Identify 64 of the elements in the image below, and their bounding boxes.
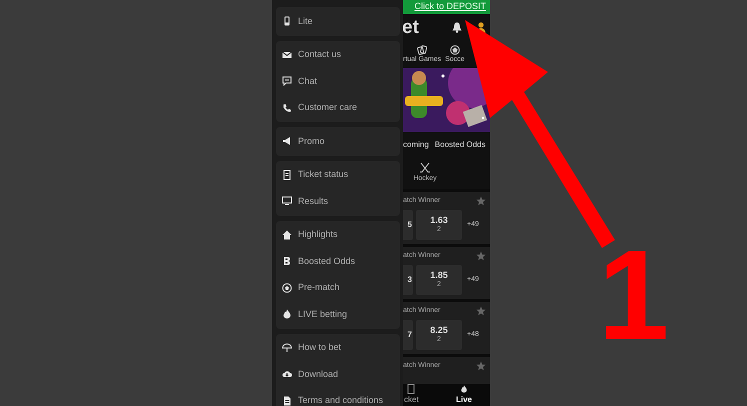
cards-icon xyxy=(417,45,428,56)
menu-item[interactable]: Results xyxy=(276,188,400,214)
menu-item[interactable]: Pre-match xyxy=(276,274,400,301)
star-icon xyxy=(476,250,486,261)
menu-item[interactable]: Lite xyxy=(276,8,400,34)
star-icon xyxy=(476,360,486,371)
menu-item-label: Lite xyxy=(298,14,313,28)
menu-item-label: Customer care xyxy=(298,101,358,114)
umbrella-icon xyxy=(282,342,292,353)
menu-item[interactable]: Boosted Odds xyxy=(276,248,400,274)
hockey-sticks-icon xyxy=(419,162,431,174)
menu-item[interactable]: Highlights xyxy=(276,222,400,248)
star-icon xyxy=(476,196,486,206)
menu-item[interactable]: Terms and conditions xyxy=(276,388,400,406)
star-icon xyxy=(476,306,486,316)
flame-icon xyxy=(460,384,468,394)
menu-item-label: Terms and conditions xyxy=(298,394,384,406)
menu-item-label: Promo xyxy=(298,134,325,148)
bold-b-icon xyxy=(282,256,292,266)
mail-icon xyxy=(282,50,292,60)
annotation-number: 1 xyxy=(598,232,670,360)
soccer-ball-icon xyxy=(450,45,460,56)
phone-icon xyxy=(282,16,292,26)
menu-item[interactable]: Contact us xyxy=(276,42,400,68)
phone-handset-icon xyxy=(282,102,292,113)
bell-icon[interactable] xyxy=(452,22,462,34)
flame-icon xyxy=(282,309,292,320)
menu-item-label: Results xyxy=(298,194,328,208)
monitor-icon xyxy=(282,196,292,206)
menu-item[interactable]: How to bet xyxy=(276,334,400,361)
deposit-link[interactable]: Click to DEPOSIT xyxy=(414,0,486,14)
menu-item-label: Ticket status xyxy=(298,168,348,181)
cloud-download-icon xyxy=(282,369,292,380)
odds-value: 1.85 xyxy=(430,270,448,281)
menu-item[interactable]: Customer care xyxy=(276,94,400,121)
menu-item-label: Chat xyxy=(298,74,318,88)
menu-item[interactable]: Download xyxy=(276,361,400,388)
odds-button[interactable]: 5 xyxy=(403,210,413,240)
menu-item[interactable]: Ticket status xyxy=(276,162,400,188)
menu-item-label: Download xyxy=(298,368,338,380)
menu-item[interactable]: Promo xyxy=(276,128,400,154)
ticket-icon xyxy=(407,384,416,394)
soccer-ball-icon xyxy=(282,282,292,293)
menu-item-label: Contact us xyxy=(298,48,342,61)
odds-button[interactable]: 3 xyxy=(403,264,413,295)
menu-item-label: Pre-match xyxy=(298,281,340,294)
odds-value: 1.63 xyxy=(430,214,448,226)
menu-item-label: Boosted Odds xyxy=(298,254,356,268)
odds-value: 8.25 xyxy=(430,324,448,336)
chat-icon xyxy=(282,76,292,86)
megaphone-icon xyxy=(282,136,292,146)
odds-button[interactable]: 7 xyxy=(403,320,413,350)
logo-text: et xyxy=(403,18,419,38)
menu-item-label: Highlights xyxy=(298,228,338,241)
filter-tab[interactable]: Boosted Odds xyxy=(434,138,486,151)
filter-tab[interactable]: coming xyxy=(403,138,429,151)
home-icon xyxy=(282,230,292,240)
menu-item-label: How to bet xyxy=(298,341,342,354)
menu-item[interactable]: Chat xyxy=(276,68,400,94)
nav-tab[interactable]: cket xyxy=(404,384,419,406)
menu-item-label: LIVE betting xyxy=(298,308,348,321)
menu-item[interactable]: LIVE betting xyxy=(276,301,400,328)
ticket-icon xyxy=(282,170,292,180)
nav-tab[interactable]: Live xyxy=(456,384,472,406)
